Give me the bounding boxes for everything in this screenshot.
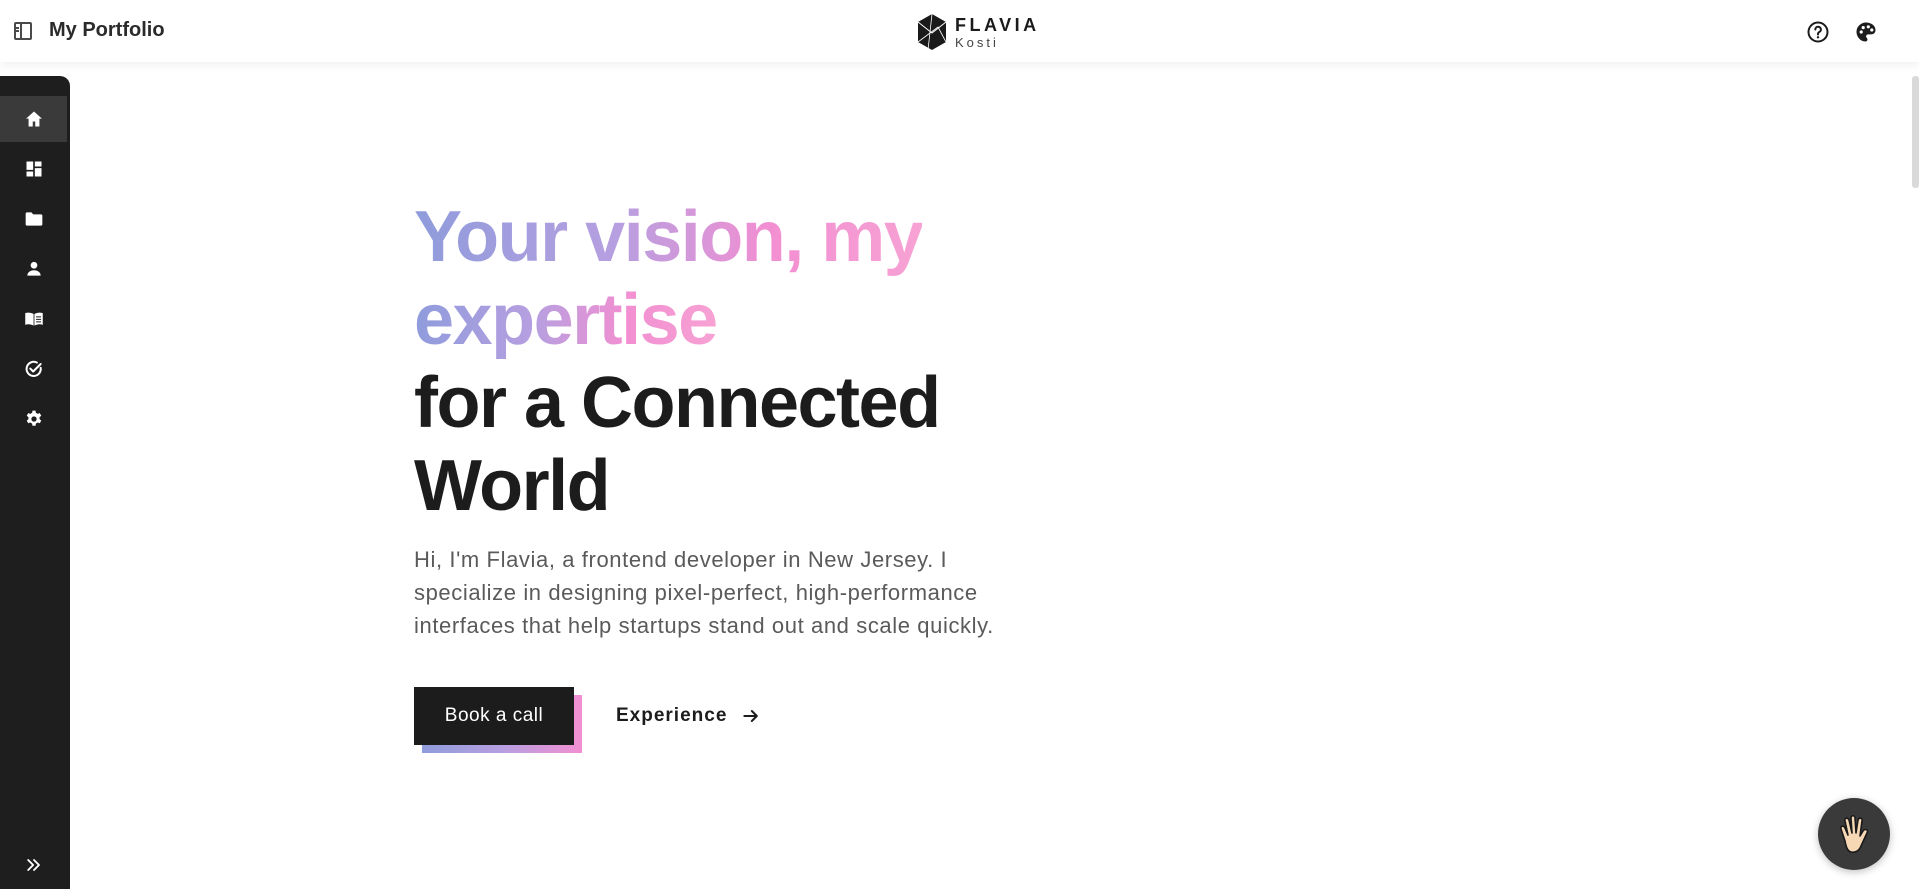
home-icon xyxy=(25,111,42,127)
arrow-right-icon xyxy=(743,710,759,722)
sidebar-item-dashboard[interactable] xyxy=(0,146,67,192)
help-icon[interactable] xyxy=(1806,20,1830,44)
hero-title-gradient-line-1: Your vision, my xyxy=(414,197,924,277)
gear-icon xyxy=(26,410,41,426)
experience-link-label: Experience xyxy=(616,705,728,726)
brand-subname: Kosti xyxy=(955,34,999,50)
brand-logo-link[interactable]: FLAVIA Kosti xyxy=(916,12,1040,52)
page-scrollbar[interactable] xyxy=(1912,76,1919,889)
double-chevron-right-icon xyxy=(26,859,40,871)
check-circle-icon xyxy=(25,360,42,377)
person-icon xyxy=(26,261,41,276)
hero-title: Your vision, my expertise for a Connecte… xyxy=(414,196,1034,528)
sidebar-item-projects[interactable] xyxy=(0,196,67,242)
brand-logo-icon xyxy=(917,13,947,51)
sidebar-item-blog[interactable] xyxy=(0,296,67,342)
folder-icon xyxy=(25,212,42,226)
waving-hand-icon xyxy=(1840,814,1869,854)
book-call-button-wrapper: Book a call xyxy=(414,687,582,753)
book-call-button[interactable]: Book a call xyxy=(414,687,574,745)
dashboard-icon xyxy=(26,161,41,177)
chat-wave-button[interactable] xyxy=(1818,798,1890,870)
sidebar-item-settings[interactable] xyxy=(0,396,67,442)
brand-name: FLAVIA xyxy=(955,14,1040,35)
top-bar: My Portfolio FLAVIA Kosti xyxy=(0,0,1919,62)
hero-title-line-4: World xyxy=(414,446,611,526)
app-title: My Portfolio xyxy=(49,19,165,41)
hero-title-gradient-line-2: expertise xyxy=(414,280,718,360)
panel-toggle-icon[interactable] xyxy=(14,22,32,40)
sidebar-expand-button[interactable] xyxy=(0,842,67,888)
hero-title-line-3: for a Connected xyxy=(414,363,941,443)
sidebar-item-home[interactable] xyxy=(0,96,67,142)
palette-icon[interactable] xyxy=(1854,20,1878,44)
experience-link[interactable]: Experience xyxy=(616,702,761,730)
sidebar-nav xyxy=(0,76,70,889)
sidebar-item-about[interactable] xyxy=(0,246,67,292)
scrollbar-thumb[interactable] xyxy=(1912,76,1919,188)
book-icon xyxy=(24,312,43,326)
sidebar-item-tasks[interactable] xyxy=(0,346,67,392)
hero-intro-text: Hi, I'm Flavia, a frontend developer in … xyxy=(414,547,994,638)
